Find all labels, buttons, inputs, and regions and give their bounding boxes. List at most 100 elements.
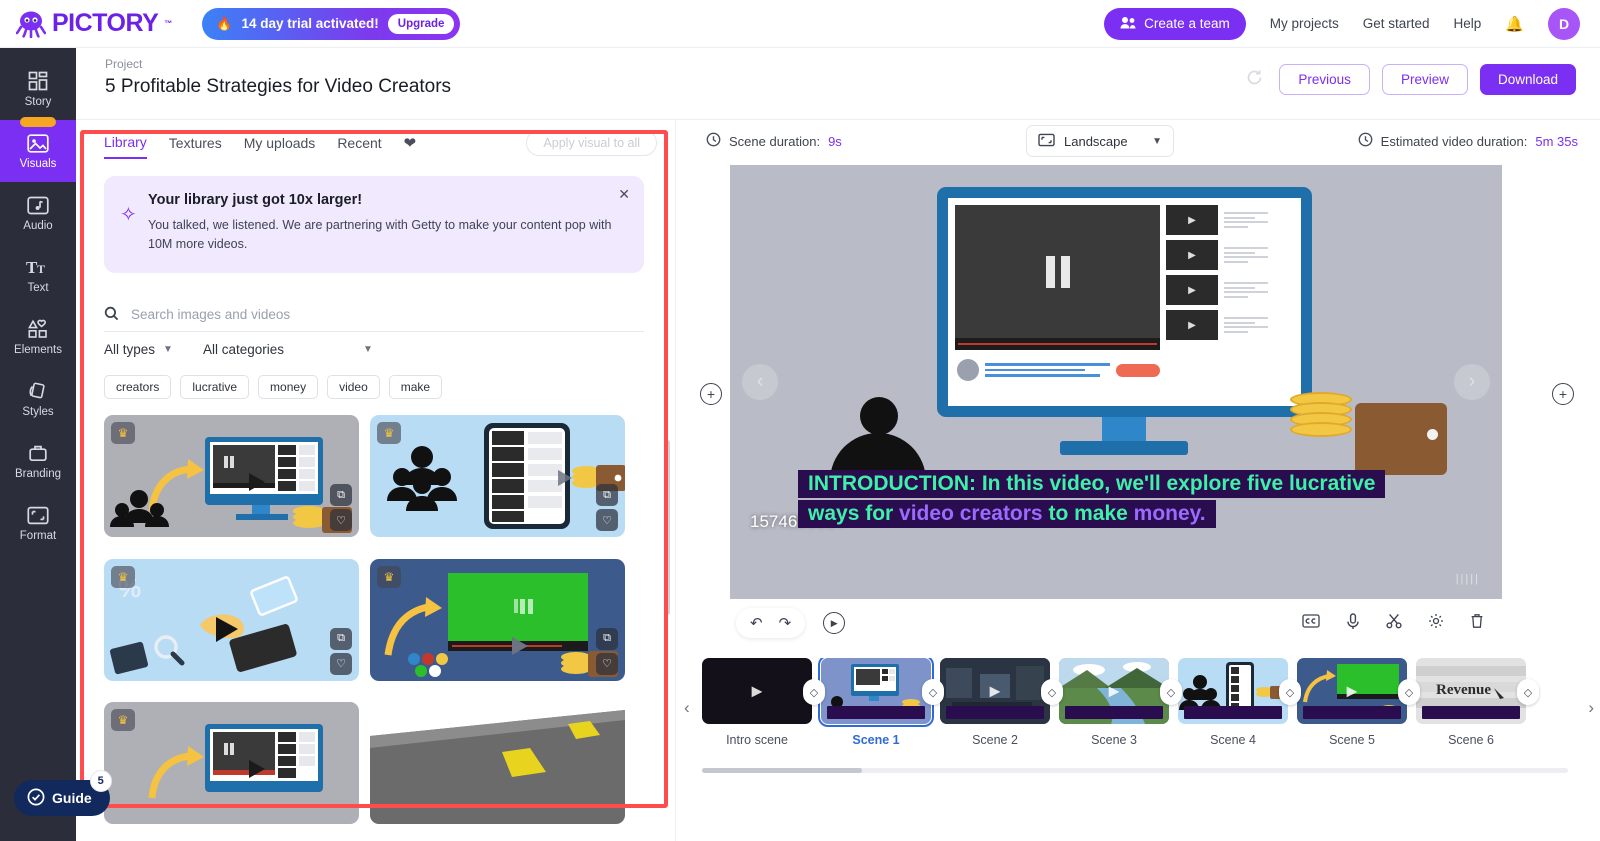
preview-button[interactable]: Preview: [1382, 64, 1468, 95]
brand-logo[interactable]: PICTORY ™: [16, 9, 172, 38]
heart-icon[interactable]: ❤: [404, 134, 417, 159]
scene-duration-value: 9s: [828, 134, 842, 149]
tab-recent[interactable]: Recent: [337, 135, 381, 158]
search-input[interactable]: [131, 307, 611, 322]
download-button[interactable]: Download: [1480, 64, 1576, 95]
scene-transition-button[interactable]: ◇: [1398, 679, 1420, 705]
sidebar-item-elements[interactable]: Elements: [0, 306, 76, 368]
play-icon[interactable]: ▶: [823, 612, 845, 634]
autosave-spinner-icon: [1246, 69, 1263, 91]
sidebar-item-styles[interactable]: Styles: [0, 368, 76, 430]
timeline-prev-icon[interactable]: ‹: [684, 698, 690, 718]
sidebar-item-visuals[interactable]: Visuals: [0, 120, 76, 182]
timeline-scene[interactable]: ▶ ◇ Intro scene: [702, 658, 821, 747]
timeline-scene[interactable]: ▶ ◇ Scene 5: [1297, 658, 1416, 747]
library-scrollbar[interactable]: [665, 440, 670, 615]
filter-all-types-label: All types: [104, 342, 155, 357]
scene-transition-button[interactable]: ◇: [922, 679, 944, 705]
timeline-next-icon[interactable]: ›: [1588, 698, 1594, 718]
tab-my-uploads[interactable]: My uploads: [244, 135, 316, 158]
media-card[interactable]: % ♛ ⧉ ♡: [104, 559, 359, 681]
upgrade-button[interactable]: Upgrade: [388, 14, 455, 34]
avatar[interactable]: D: [1548, 8, 1580, 40]
scissors-icon[interactable]: [1386, 613, 1402, 633]
bell-icon[interactable]: 🔔: [1505, 15, 1524, 33]
timeline-scene-label: Scene 4: [1178, 733, 1288, 747]
nav-get-started[interactable]: Get started: [1363, 16, 1430, 31]
nav-help[interactable]: Help: [1454, 16, 1482, 31]
scene-transition-button[interactable]: ◇: [1279, 679, 1301, 705]
sidebar-item-text[interactable]: T T Text: [0, 244, 76, 306]
timeline-scene[interactable]: ▶ ◇ Scene 3: [1059, 658, 1178, 747]
chip-video[interactable]: video: [327, 375, 380, 399]
timeline-scene[interactable]: ◇ Scene 4: [1178, 658, 1297, 747]
media-card[interactable]: ♛ ⧉ ♡: [370, 559, 625, 681]
coins-illustration: [1290, 397, 1352, 437]
gear-icon[interactable]: [1428, 613, 1444, 633]
scene-transition-button[interactable]: ◇: [1160, 679, 1182, 705]
favorite-heart-icon[interactable]: ♡: [596, 509, 618, 531]
close-icon[interactable]: ✕: [618, 186, 630, 203]
create-team-button[interactable]: Create a team: [1104, 8, 1246, 40]
filter-all-categories[interactable]: All categories ▼: [203, 342, 373, 357]
duplicate-icon[interactable]: ⧉: [330, 628, 352, 650]
favorite-heart-icon[interactable]: ♡: [596, 653, 618, 675]
tab-textures[interactable]: Textures: [169, 135, 222, 158]
duplicate-icon[interactable]: ⧉: [596, 628, 618, 650]
filter-all-types[interactable]: All types ▼: [104, 342, 173, 357]
timeline-scene-label: Intro scene: [702, 733, 812, 747]
nav-my-projects[interactable]: My projects: [1270, 16, 1339, 31]
duplicate-icon[interactable]: ⧉: [330, 484, 352, 506]
chip-lucrative[interactable]: lucrative: [180, 375, 249, 399]
preview-panel: Scene duration: 9s Landscape ▼ Estimated…: [676, 120, 1600, 841]
sidebar-item-audio[interactable]: Audio: [0, 182, 76, 244]
guide-button[interactable]: Guide 5: [14, 780, 110, 816]
preview-top-bar: Scene duration: 9s Landscape ▼ Estimated…: [676, 120, 1600, 162]
caption-line-2b: video creators: [899, 502, 1043, 525]
left-rail: Story Visuals Audio T T Text: [0, 48, 76, 841]
play-icon: ▶: [752, 683, 763, 700]
trash-icon[interactable]: [1470, 613, 1484, 633]
redo-icon[interactable]: ↷: [779, 614, 792, 632]
chip-creators[interactable]: creators: [104, 375, 171, 399]
sparkle-icon: ✧: [120, 202, 137, 227]
add-scene-right-button[interactable]: +: [1552, 383, 1574, 405]
next-scene-button[interactable]: ›: [1454, 364, 1490, 400]
scene-transition-button[interactable]: ◇: [1517, 679, 1539, 705]
closed-caption-icon[interactable]: [1302, 614, 1320, 632]
sidebar-item-branding[interactable]: Branding: [0, 430, 76, 492]
undo-icon[interactable]: ↶: [750, 614, 763, 632]
sidebar-item-format[interactable]: Format: [0, 492, 76, 554]
tab-library[interactable]: Library: [104, 134, 147, 159]
monitor-video-area: [955, 205, 1160, 350]
add-scene-left-button[interactable]: +: [700, 383, 722, 405]
media-card[interactable]: [370, 702, 625, 824]
timeline-scrollbar[interactable]: [702, 768, 1568, 773]
aspect-ratio-select[interactable]: Landscape ▼: [1026, 125, 1174, 157]
previous-button[interactable]: Previous: [1279, 64, 1370, 95]
scene-transition-button[interactable]: ◇: [803, 679, 825, 705]
library-panel: Library Textures My uploads Recent ❤ App…: [76, 120, 676, 841]
timeline-scene[interactable]: ◇ Scene 1: [821, 658, 940, 747]
timeline-scene[interactable]: Revenue ◇ Scene 6: [1416, 658, 1535, 747]
video-preview-stage[interactable]: ‹ › ▶ ▶ ▶ ▶: [730, 165, 1502, 599]
media-card[interactable]: ♛: [104, 702, 359, 824]
favorite-heart-icon[interactable]: ♡: [330, 509, 352, 531]
frame-icon: [27, 504, 49, 526]
media-card[interactable]: ♛ ⧉ ♡: [370, 415, 625, 537]
caption-line-2c: to make: [1043, 502, 1134, 525]
chip-money[interactable]: money: [258, 375, 318, 399]
apply-visual-to-all-button[interactable]: Apply visual to all: [526, 130, 657, 156]
scene-transition-button[interactable]: ◇: [1041, 679, 1063, 705]
timeline-scene[interactable]: ▶ ◇ Scene 2: [940, 658, 1059, 747]
chip-make[interactable]: make: [389, 375, 442, 399]
favorite-heart-icon[interactable]: ♡: [330, 653, 352, 675]
caption-overlay[interactable]: INTRODUCTION: In this video, we'll explo…: [798, 470, 1385, 528]
media-card[interactable]: ♛ ⧉ ♡: [104, 415, 359, 537]
library-filters: All types ▼ All categories ▼: [104, 342, 373, 357]
microphone-icon[interactable]: [1346, 613, 1360, 634]
sidebar-item-story[interactable]: Story: [0, 58, 76, 120]
previous-scene-button[interactable]: ‹: [742, 364, 778, 400]
duplicate-icon[interactable]: ⧉: [596, 484, 618, 506]
people-icon: [1120, 16, 1136, 32]
